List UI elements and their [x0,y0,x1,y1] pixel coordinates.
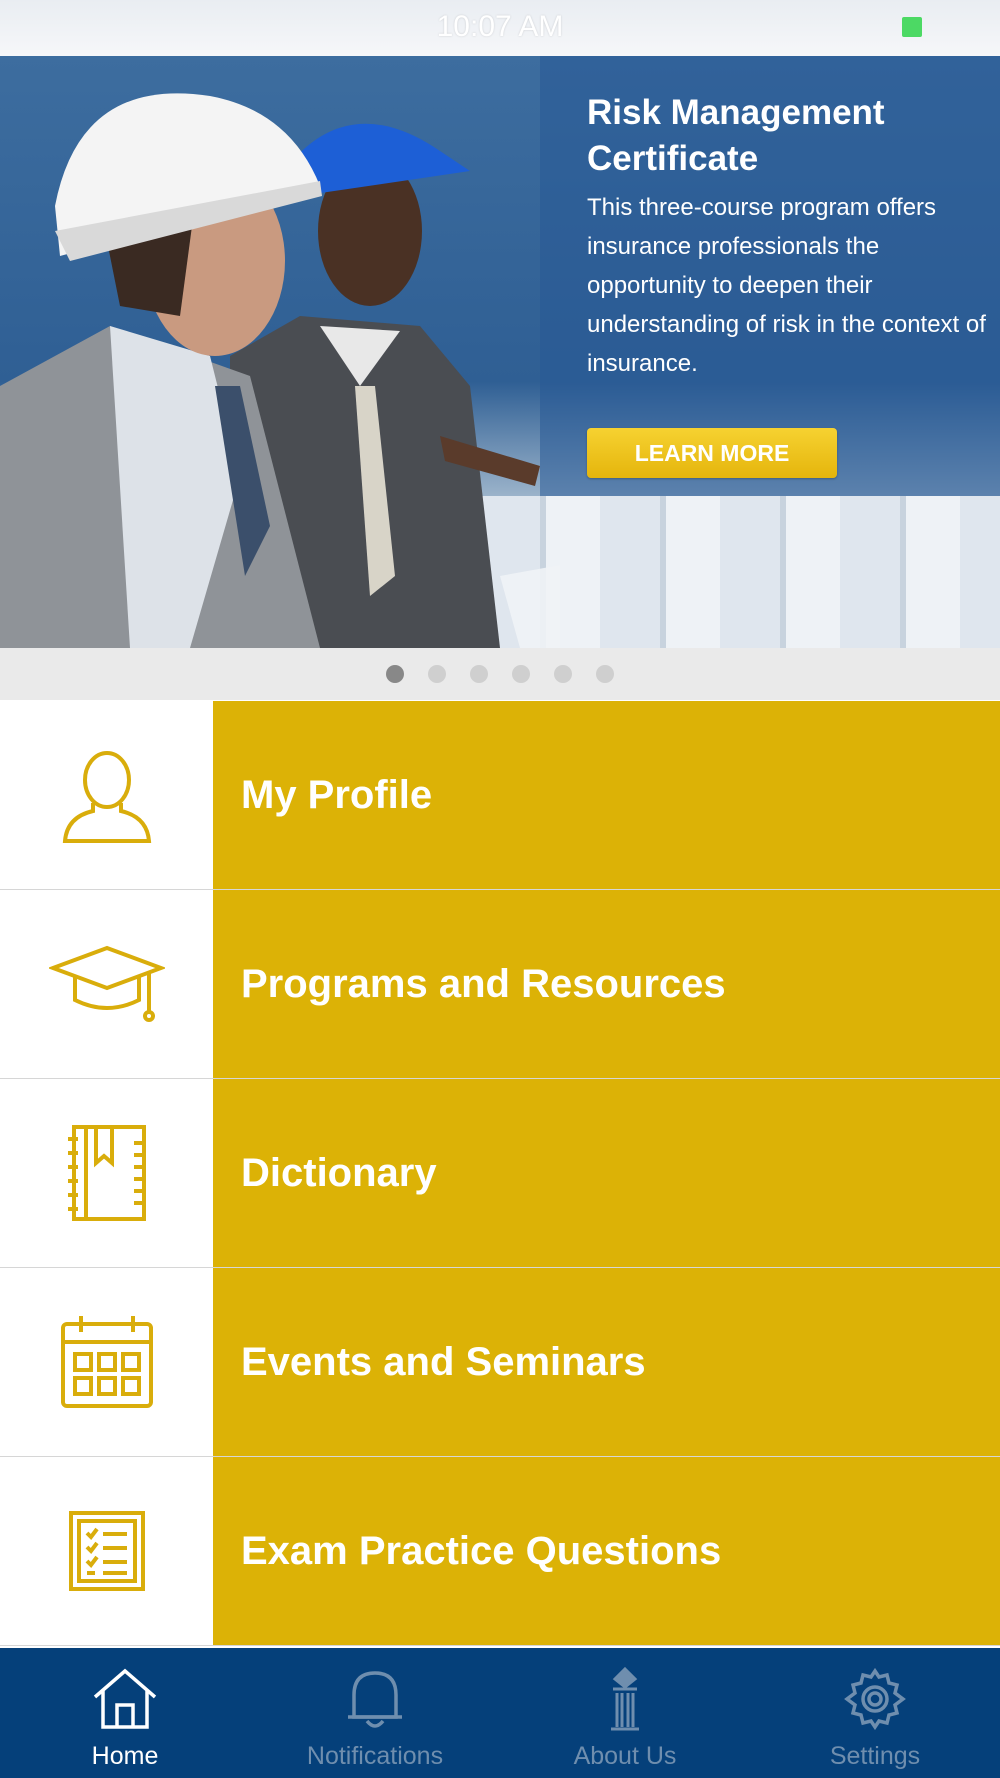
bell-icon [348,1671,402,1728]
tab-notifications[interactable]: Notifications [250,1648,500,1778]
pagination-dot-4[interactable] [512,665,530,683]
user-icon [62,751,151,843]
promo-banner[interactable]: Risk Management Certificate This three-c… [0,56,1000,648]
gear-icon [844,1667,906,1731]
pagination-dot-2[interactable] [428,665,446,683]
calendar-icon [60,1316,153,1408]
menu-item-label: My Profile [241,772,433,817]
banner-pagination[interactable] [0,648,1000,700]
menu-item-label: Exam Practice Questions [241,1528,722,1573]
graduation-cap-icon [48,945,165,1022]
pagination-dot-3[interactable] [470,665,488,683]
tab-label: Home [91,1742,159,1770]
column-icon [611,1667,639,1731]
book-icon [67,1125,146,1221]
menu-item-label: Dictionary [241,1150,437,1195]
tab-home[interactable]: Home [0,1648,250,1778]
battery-icon [902,17,922,37]
banner-description: This three-course program offers insuran… [587,194,986,377]
menu-item-dictionary[interactable]: Dictionary [0,1079,1000,1268]
tab-about-us[interactable]: About Us [500,1648,750,1778]
pagination-dot-5[interactable] [554,665,572,683]
menu-item-label: Programs and Resources [241,961,726,1006]
menu-item-my-profile[interactable]: My Profile [0,701,1000,890]
menu-item-events-and-seminars[interactable]: Events and Seminars [0,1268,1000,1457]
main-menu: My Profile Programs and Resources Dictio… [0,701,1000,1646]
checklist-icon [68,1511,145,1591]
pagination-dot-1[interactable] [386,665,404,683]
tab-label: Settings [829,1742,921,1770]
learn-more-button[interactable]: LEARN MORE [587,428,837,478]
status-bar: 10:07 AM [0,0,1000,56]
menu-item-label: Events and Seminars [241,1339,646,1384]
status-time: 10:07 AM [436,10,564,43]
tab-label: About Us [573,1742,677,1770]
menu-item-programs-and-resources[interactable]: Programs and Resources [0,890,1000,1079]
tab-settings[interactable]: Settings [750,1648,1000,1778]
tab-label: Notifications [306,1742,444,1770]
banner-photo [0,93,560,648]
home-icon [93,1668,157,1729]
pagination-dot-6[interactable] [596,665,614,683]
banner-title: Risk Management Certificate [587,93,885,178]
tab-bar: Home Notifications About Us Settings [0,1648,1000,1778]
menu-item-exam-practice-questions[interactable]: Exam Practice Questions [0,1457,1000,1646]
